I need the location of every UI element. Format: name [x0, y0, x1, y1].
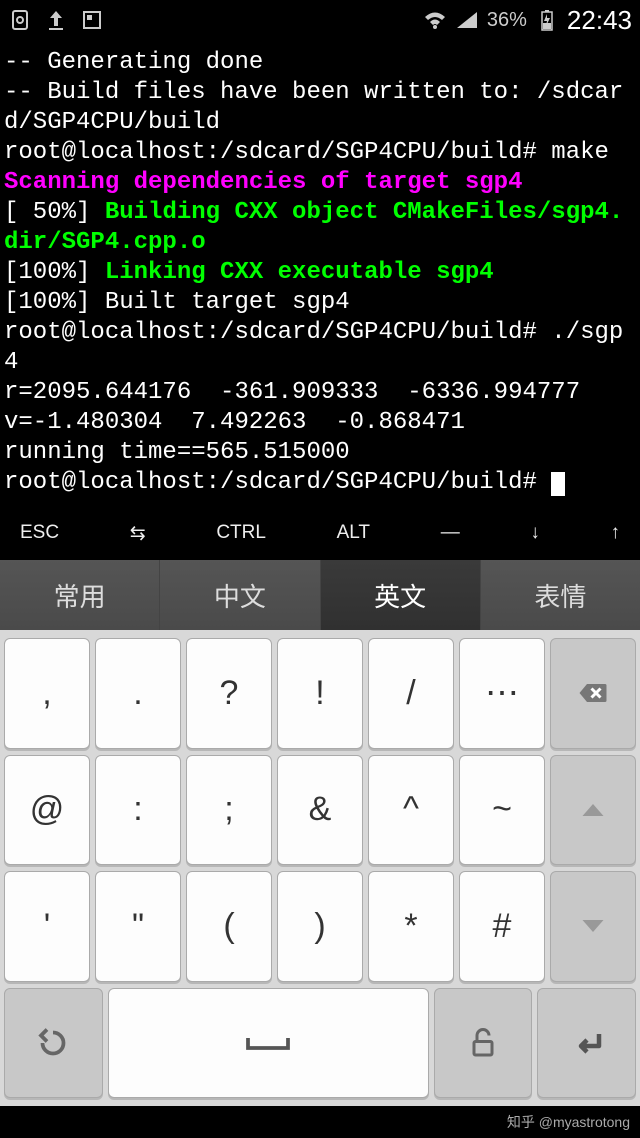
key[interactable]: @ — [4, 755, 90, 866]
key[interactable]: * — [368, 871, 454, 982]
key[interactable]: , — [4, 638, 90, 749]
battery-icon — [535, 8, 559, 32]
key[interactable]: ' — [4, 871, 90, 982]
ime-tab-0[interactable]: 常用 — [0, 560, 160, 630]
down-arrow-key[interactable]: ↓ — [518, 522, 552, 544]
function-key-row: ESC ⇆ CTRL ALT — ↓ ↑ — [0, 506, 640, 560]
page-down-key[interactable] — [550, 871, 636, 982]
keyboard-row-2: @:;&^~ — [4, 755, 636, 866]
key[interactable]: " — [95, 871, 181, 982]
backspace-key[interactable] — [550, 638, 636, 749]
key[interactable]: ; — [186, 755, 272, 866]
key[interactable]: ⋯ — [459, 638, 545, 749]
status-bar: 36% 22:43 — [0, 0, 640, 40]
key[interactable]: : — [95, 755, 181, 866]
wifi-icon — [423, 8, 447, 32]
key[interactable]: ) — [277, 871, 363, 982]
dash-key[interactable]: — — [429, 522, 472, 544]
notebook-icon — [8, 8, 32, 32]
clock: 22:43 — [567, 5, 632, 36]
ime-tab-bar: 常用中文英文表情 — [0, 560, 640, 630]
alt-key[interactable]: ALT — [325, 522, 382, 544]
enter-key[interactable] — [537, 988, 636, 1099]
window-icon — [80, 8, 104, 32]
battery-percent: 36% — [487, 9, 527, 32]
key[interactable]: ~ — [459, 755, 545, 866]
ime-tab-1[interactable]: 中文 — [160, 560, 320, 630]
up-arrow-key[interactable]: ↑ — [599, 522, 633, 544]
space-key[interactable] — [108, 988, 429, 1099]
keyboard-row-3: '"()*# — [4, 871, 636, 982]
keyboard-row-1: ,.?!/⋯ — [4, 638, 636, 749]
key[interactable]: ? — [186, 638, 272, 749]
signal-icon — [455, 8, 479, 32]
esc-key[interactable]: ESC — [8, 522, 71, 544]
watermark: 知乎 @myastrotong — [507, 1112, 630, 1132]
key[interactable]: ! — [277, 638, 363, 749]
page-up-key[interactable] — [550, 755, 636, 866]
lock-key[interactable] — [434, 988, 533, 1099]
key[interactable]: / — [368, 638, 454, 749]
upload-icon — [44, 8, 68, 32]
ime-tab-3[interactable]: 表情 — [481, 560, 640, 630]
key[interactable]: ^ — [368, 755, 454, 866]
ctrl-key[interactable]: CTRL — [204, 522, 278, 544]
key[interactable]: . — [95, 638, 181, 749]
ime-tab-2[interactable]: 英文 — [321, 560, 481, 630]
terminal-output[interactable]: -- Generating done-- Build files have be… — [0, 40, 640, 506]
key[interactable]: # — [459, 871, 545, 982]
key[interactable]: & — [277, 755, 363, 866]
soft-keyboard: ,.?!/⋯ @:;&^~ '"()*# — [0, 630, 640, 1106]
keyboard-row-4 — [4, 988, 636, 1099]
key[interactable]: ( — [186, 871, 272, 982]
undo-key[interactable] — [4, 988, 103, 1099]
tab-key[interactable]: ⇆ — [118, 522, 158, 545]
